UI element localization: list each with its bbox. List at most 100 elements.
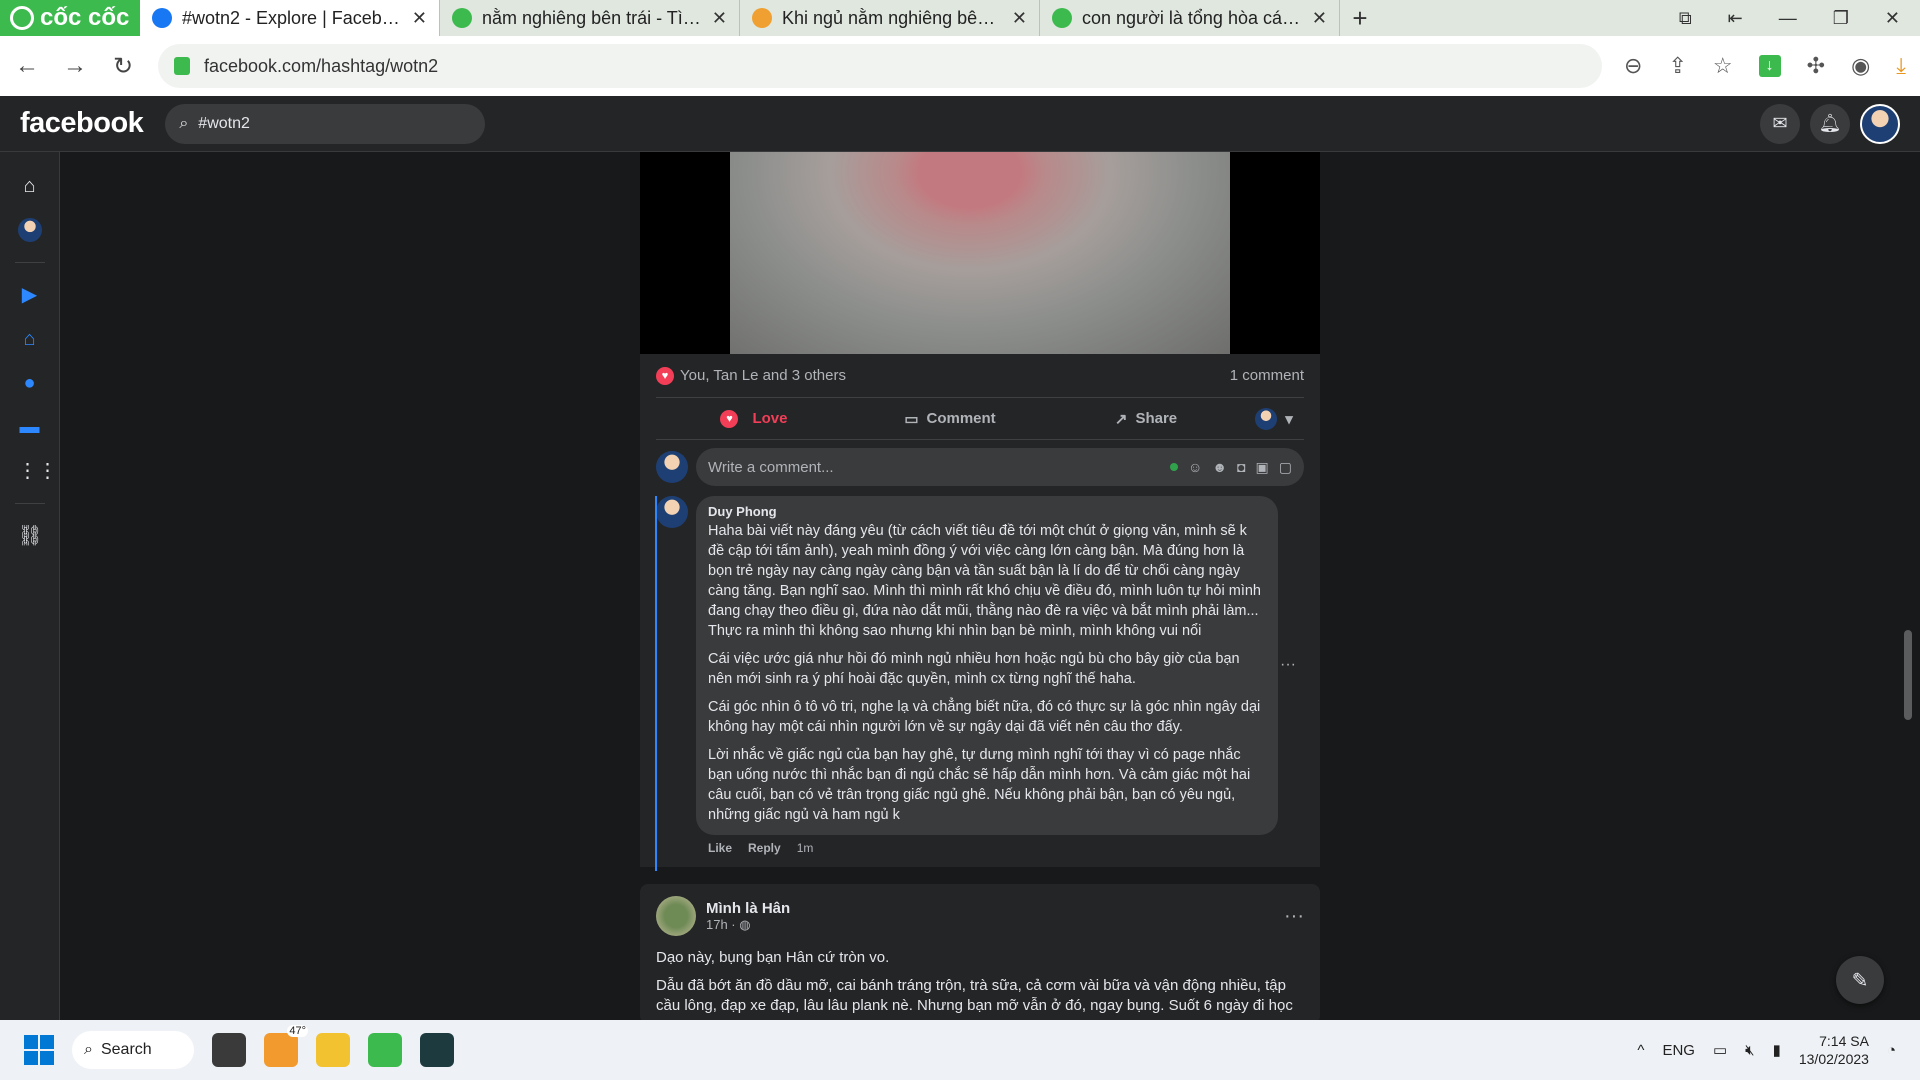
zoom-out-icon[interactable]: ⊖ [1624,53,1642,79]
close-icon[interactable]: ✕ [1312,8,1327,29]
comment-input[interactable]: Write a comment... ☺ ☻ ◘ ▣ ▢ [696,448,1304,486]
search-icon: ⌕ [84,1041,93,1058]
close-icon[interactable]: ✕ [712,8,727,29]
task-view-icon[interactable] [212,1033,246,1067]
share-icon[interactable]: ⇪ [1668,53,1686,79]
coccoc-favicon-icon [452,8,472,28]
sticker-icon[interactable]: ▢ [1279,459,1292,476]
profile-icon[interactable]: ◉ [1851,53,1870,79]
comment-text: Cái việc ước giá như hồi đó mình ngủ nhi… [708,651,1240,687]
comment-icon: ▭ [904,410,919,428]
volume-muted-icon[interactable]: 🔇︎ [1745,1042,1754,1059]
extensions-icon[interactable]: ✣ [1807,53,1825,79]
tab-search-3[interactable]: con người là tổng hòa các m ✕ [1040,0,1340,36]
coccoc-taskbar-icon[interactable] [368,1033,402,1067]
close-icon[interactable]: ✕ [1012,8,1027,29]
battery-icon[interactable]: ▮ [1773,1041,1781,1059]
messenger-icon[interactable]: ✉ [1760,103,1800,144]
post-photo[interactable] [640,152,1320,354]
post-actions: ♥ Love ▭ Comment ↗ Share ▾ [656,398,1304,440]
page-scrollbar[interactable] [1904,630,1912,720]
new-tab-button[interactable]: + [1340,3,1380,34]
tab-search-icon[interactable]: ⇤ [1728,8,1743,29]
app-taskbar-icon[interactable] [420,1033,454,1067]
clock[interactable]: 7:14 SA 13/02/2023 [1799,1032,1869,1068]
post-author[interactable]: Mình là Hân [706,900,790,917]
gif-icon[interactable]: ▣ [1256,459,1269,476]
share-arrow-icon: ↗ [1114,410,1128,428]
search-icon: ⌕ [179,114,189,132]
close-window-icon[interactable]: ✕ [1885,8,1900,29]
facebook-logo[interactable]: facebook [20,107,144,140]
savior-download-icon[interactable]: ↓ [1758,55,1781,77]
comment-text: Cái góc nhìn ô tô vô tri, nghe lạ và chẳ… [708,699,1261,735]
reactions-summary[interactable]: You, Tan Le and 3 others [680,367,846,384]
windows-start-icon[interactable] [24,1035,54,1065]
home-icon[interactable]: ⌂ [18,174,42,198]
comment-time[interactable]: 1m [797,841,814,855]
commenter-avatar[interactable] [656,496,688,528]
network-icon[interactable]: ▭ [1713,1041,1727,1059]
search-input[interactable]: ⌕ #wotn2 [165,103,486,144]
author-avatar[interactable] [656,896,696,936]
comment-author[interactable]: Duy Phong [708,504,1266,519]
tab-facebook[interactable]: #wotn2 - Explore | Facebook ✕ [140,0,440,36]
watch-icon[interactable]: ▶ [18,283,42,307]
tab-search-2[interactable]: Khi ngủ nằm nghiêng bên nă ✕ [740,0,1040,36]
close-icon[interactable]: ✕ [412,8,427,29]
share-button[interactable]: ↗ Share [1048,410,1244,428]
reload-icon[interactable]: ↻ [110,52,136,81]
new-message-button[interactable]: ✎ [1836,956,1884,1004]
browser-tabbar: cốc cốc #wotn2 - Explore | Facebook ✕ nằ… [0,0,1920,36]
windows-taskbar: ⌕ Search 47° ^ ENG ▭ 🔇︎ ▮ 7:14 SA 13/02/… [0,1020,1920,1080]
bookmark-star-icon[interactable]: ☆ [1713,53,1733,79]
online-dot-icon [1170,463,1179,471]
download-icon[interactable]: ⤓ [1896,53,1906,79]
taskbar-search[interactable]: ⌕ Search [72,1031,194,1069]
camera-icon[interactable]: ◘ [1237,459,1245,475]
coccoc-favicon-icon [1052,8,1072,28]
comment-meta: Like Reply 1m [708,841,1304,855]
more-options-icon[interactable]: ··· [1284,905,1304,928]
divider [14,503,45,504]
tab-search-1[interactable]: nằm nghiêng bên trái - Tìm v ✕ [440,0,740,36]
forward-icon[interactable]: → [62,52,88,80]
emoji-icon[interactable]: ☻ [1212,459,1227,475]
menu-grid-icon[interactable]: ⋮⋮ [18,459,58,483]
screenshot-icon[interactable]: ⧉ [1679,8,1692,29]
link-icon[interactable]: ⛓ [18,524,43,548]
file-explorer-icon[interactable] [316,1033,350,1067]
profile-avatar[interactable] [17,218,42,242]
language-indicator[interactable]: ENG [1662,1042,1695,1059]
comment-text: Haha bài viết này đáng yêu (từ cách viết… [708,523,1261,639]
restore-icon[interactable]: ❐ [1833,8,1849,29]
write-comment-row: Write a comment... ☺ ☻ ◘ ▣ ▢ [656,448,1304,486]
back-icon[interactable]: ← [14,52,40,80]
notifications-bell-icon[interactable]: 🔔︎ [1810,103,1850,144]
marketplace-icon[interactable]: ⌂ [18,327,42,351]
notifications-icon[interactable]: ◔ [1887,1042,1896,1059]
groups-icon[interactable]: ● [18,371,42,395]
coccoc-logo[interactable]: cốc cốc [0,0,140,36]
comment-count[interactable]: 1 comment [1230,367,1304,384]
account-avatar[interactable] [1860,103,1900,144]
comment-text: Lời nhắc về giấc ngủ của bạn hay ghê, tự… [708,747,1251,823]
site-favicon-icon [752,8,772,28]
more-options-icon[interactable]: ··· [1280,656,1296,674]
comment-as-selector[interactable]: ▾ [1244,407,1304,430]
facebook-header: facebook ⌕ #wotn2 ✉ 🔔︎ [0,96,1920,152]
weather-icon[interactable]: 47° [264,1025,308,1067]
minimize-icon[interactable]: — [1779,8,1797,29]
chevron-down-icon: ▾ [1285,410,1293,428]
chevron-up-icon[interactable]: ^ [1637,1042,1644,1059]
reply-link[interactable]: Reply [748,841,781,855]
avatar-sticker-icon[interactable]: ☺ [1188,459,1202,475]
address-bar-row: ← → ↻ facebook.com/hashtag/wotn2 ⊖ ⇪ ☆ ↓… [0,36,1920,96]
like-link[interactable]: Like [708,841,732,855]
love-button[interactable]: ♥ Love [656,409,852,428]
compose-icon: ✎ [1851,969,1869,992]
comment-button[interactable]: ▭ Comment [852,410,1048,428]
url-field[interactable]: facebook.com/hashtag/wotn2 [158,44,1603,88]
gaming-icon[interactable]: ▬ [18,415,42,439]
post-time[interactable]: 17h · [706,917,736,932]
